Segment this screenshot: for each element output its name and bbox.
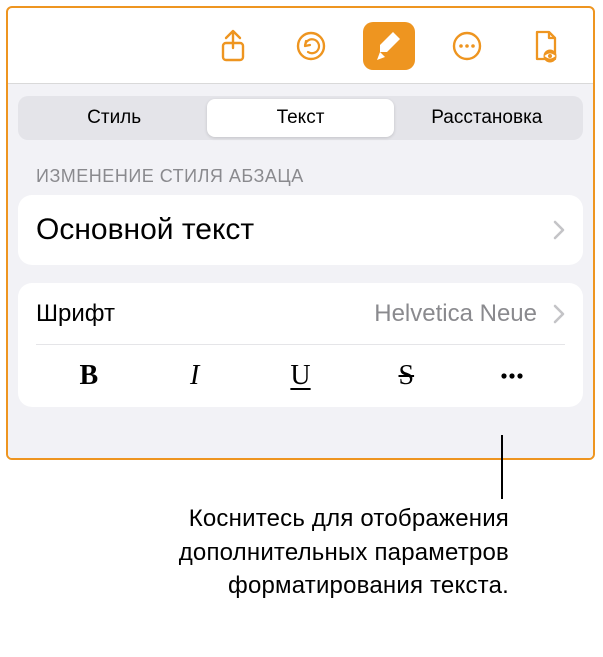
format-button[interactable] xyxy=(363,22,415,70)
paragraph-style-row[interactable]: Основной текст xyxy=(36,195,565,265)
paragraph-style-name: Основной текст xyxy=(36,213,537,247)
font-label: Шрифт xyxy=(36,300,364,328)
paragraph-style-section-header: Изменение стиля абзаца xyxy=(36,166,583,187)
share-button[interactable] xyxy=(207,22,259,70)
more-icon xyxy=(450,29,484,63)
spacer xyxy=(18,265,583,283)
text-more-options-button[interactable] xyxy=(459,345,565,407)
tab-style[interactable]: Стиль xyxy=(21,99,207,137)
strikethrough-button[interactable]: S xyxy=(353,345,459,407)
tab-text[interactable]: Текст xyxy=(207,99,393,137)
app-frame: Стиль Текст Расстановка Изменение стиля … xyxy=(6,6,595,460)
paragraph-style-card: Основной текст xyxy=(18,195,583,265)
chevron-right-icon xyxy=(553,220,565,240)
bold-button[interactable]: B xyxy=(36,345,142,407)
more-button[interactable] xyxy=(441,22,493,70)
format-tabs: Стиль Текст Расстановка xyxy=(18,96,583,140)
brush-icon xyxy=(372,29,406,63)
callout-line xyxy=(501,435,503,499)
italic-button[interactable]: I xyxy=(142,345,248,407)
font-row[interactable]: Шрифт Helvetica Neue xyxy=(36,283,565,345)
share-icon xyxy=(216,29,250,63)
text-style-buttons-row: B I U S xyxy=(36,345,565,407)
document-view-icon xyxy=(528,29,562,63)
undo-icon xyxy=(294,29,328,63)
chevron-right-icon xyxy=(553,304,565,324)
document-view-button[interactable] xyxy=(519,22,571,70)
callout-caption: Коснитесь для отображения дополнительных… xyxy=(0,502,603,603)
tab-arrange[interactable]: Расстановка xyxy=(394,99,580,137)
underline-button[interactable]: U xyxy=(248,345,354,407)
font-value: Helvetica Neue xyxy=(374,300,537,328)
undo-button[interactable] xyxy=(285,22,337,70)
toolbar xyxy=(8,8,593,84)
format-panel: Стиль Текст Расстановка Изменение стиля … xyxy=(8,84,593,458)
font-card: Шрифт Helvetica Neue B I U S xyxy=(18,283,583,407)
more-icon xyxy=(497,361,527,391)
